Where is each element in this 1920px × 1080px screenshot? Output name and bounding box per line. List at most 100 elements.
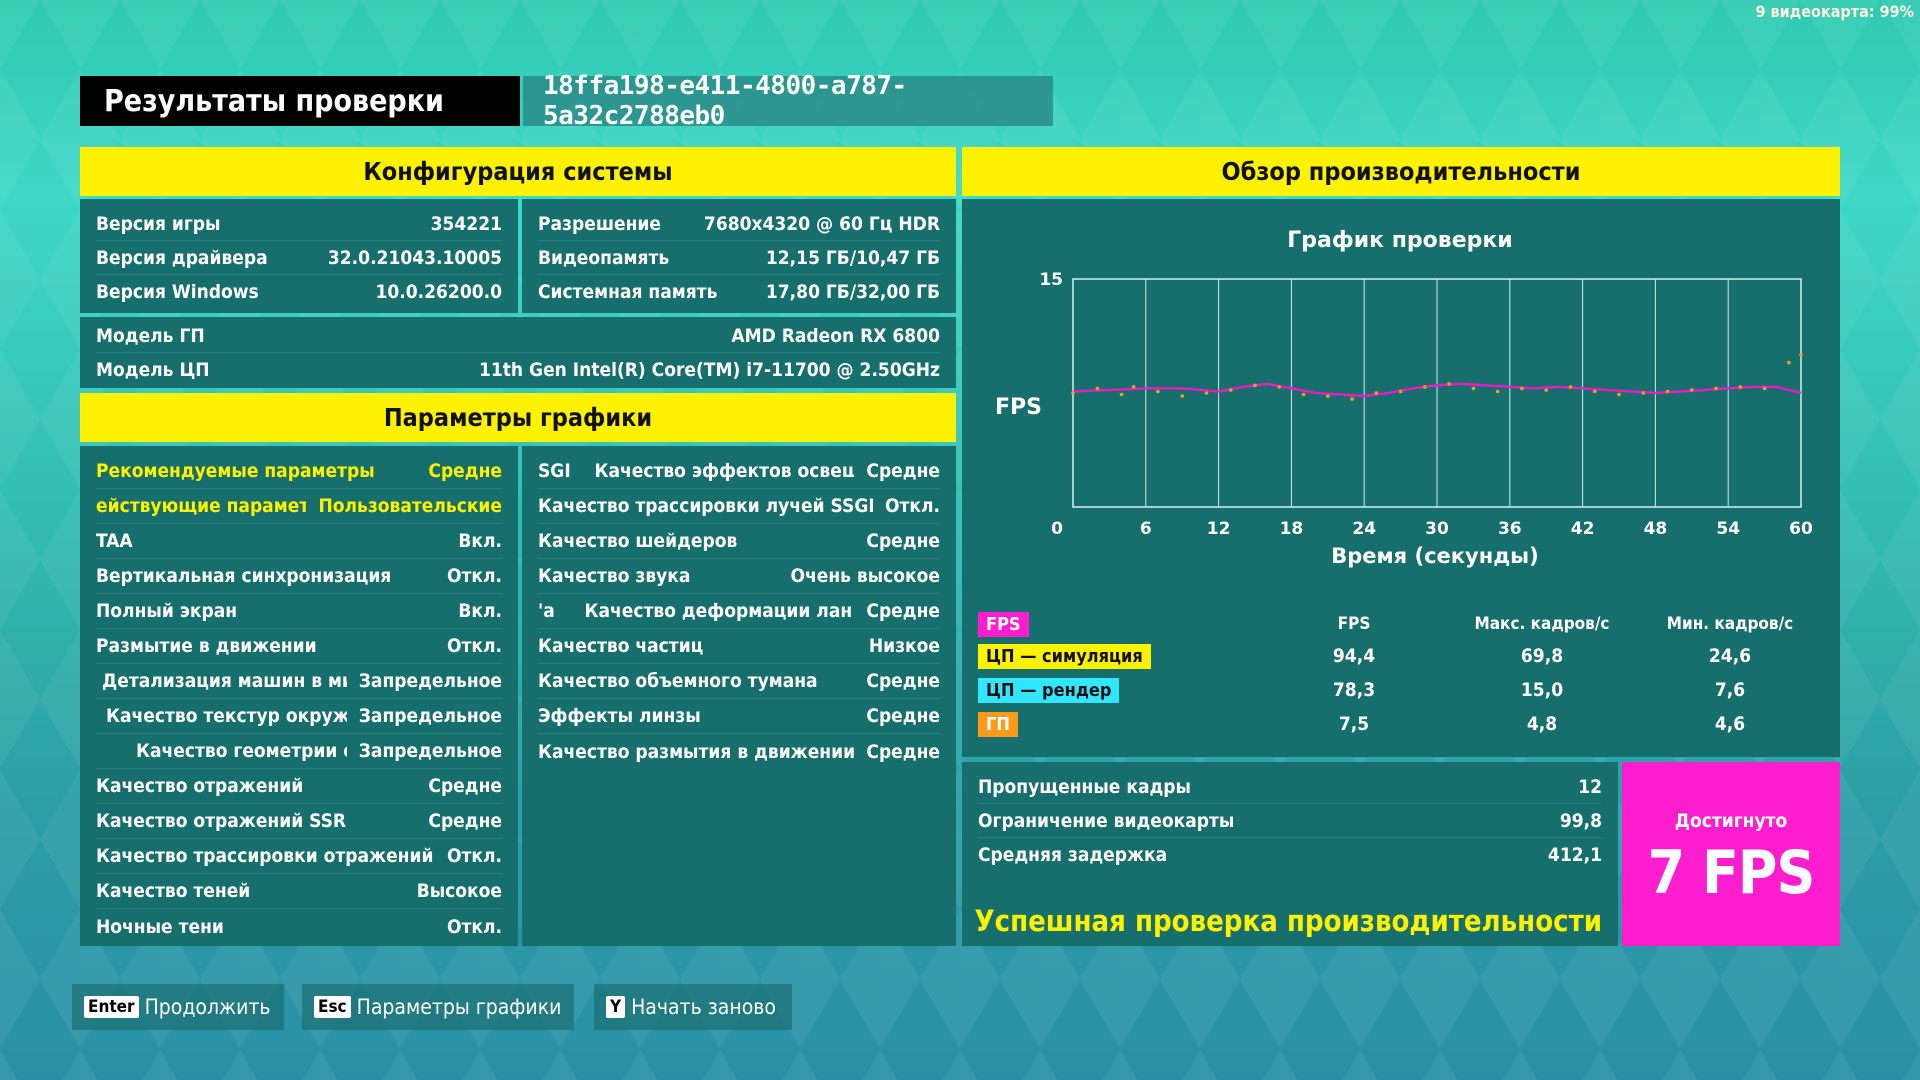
- setting-name: Качество объемного тумана: [538, 670, 818, 692]
- setting-name: Рекомендуемые параметры: [96, 460, 375, 482]
- legend-fps: 78,3: [1332, 679, 1376, 701]
- setting-value: Откл.: [884, 495, 940, 517]
- legend-fps: 7,5: [1338, 713, 1370, 735]
- setting-row: Качество теней Высокое: [96, 874, 502, 909]
- chart-point-gpu: [1471, 386, 1476, 391]
- chart-point-gpu: [1228, 388, 1233, 392]
- config-value: 354221: [430, 212, 502, 235]
- legend-min: 7,6: [1714, 679, 1746, 701]
- chart-point-gpu: [1568, 385, 1573, 389]
- setting-value: Низкое: [868, 635, 940, 657]
- setting-row: Качество текстур окружен Запредельное: [96, 699, 502, 734]
- achieved-value: 7 FPS: [1647, 838, 1816, 908]
- setting-row: Качество трассировки отражений Откл.: [96, 839, 502, 874]
- config-row: Версия игры 354221: [96, 207, 502, 241]
- setting-value: Откл.: [446, 915, 502, 938]
- setting-row: Качество частиц Низкое: [538, 629, 940, 664]
- legend-chip-gpu: ГП: [978, 711, 1018, 737]
- summary-stats: Пропущенные кадры 12 Ограничение видеокар…: [962, 762, 1618, 946]
- session-id: 18ffa198-e411-4800-a787-5a32c2788eb0: [523, 71, 1053, 131]
- setting-name: Качество отражений SSR: [96, 810, 347, 832]
- chart-point-gpu: [1495, 389, 1500, 394]
- chart-point-gpu: [1762, 386, 1767, 391]
- setting-value: Средне: [866, 670, 940, 692]
- chart-point-gpu: [1119, 392, 1124, 397]
- setting-value: Откл.: [446, 565, 502, 587]
- performance-panel: График проверки FPS Время (секунды) 0 6 12…: [962, 199, 1840, 757]
- config-key: Системная память: [538, 281, 718, 303]
- chart-point-gpu: [1423, 385, 1427, 389]
- setting-value: Средне: [866, 530, 940, 552]
- setting-row-current: ействующие параметр Пользовательские: [96, 489, 502, 524]
- setting-row: 'а Качество деформации лан Средне: [538, 594, 940, 629]
- chart-point-gpu: [1204, 391, 1209, 395]
- setting-name: ействующие параметр: [96, 495, 307, 517]
- legend-min: 24,6: [1708, 645, 1752, 667]
- chart-point-gpu: [1799, 353, 1803, 357]
- chart-point-gpu: [1690, 388, 1694, 392]
- setting-name: Качество отражений: [96, 775, 304, 797]
- setting-row: Качество отражений SSR Средне: [96, 804, 502, 839]
- setting-row: Полный экран Вкл.: [96, 594, 502, 629]
- legend-col-fps: FPS: [1337, 614, 1371, 634]
- chart-x-tick: 30: [1425, 519, 1449, 539]
- continue-button[interactable]: Enter Продолжить: [72, 984, 284, 1030]
- setting-name: Качество звука: [538, 565, 691, 587]
- legend-chip-cpu-sim: ЦП — симуляция: [978, 643, 1151, 669]
- setting-value: Средне: [428, 810, 502, 832]
- chart-x-tick: 42: [1571, 519, 1595, 539]
- cpu-model-value: 11th Gen Intel(R) Core(TM) i7-11700 @ 2.…: [478, 359, 940, 381]
- chart-x-tick: 6: [1140, 519, 1152, 539]
- setting-name: Качество геометрии о: [136, 740, 347, 762]
- setting-value: Вкл.: [458, 600, 502, 622]
- setting-value: Вкл.: [458, 530, 502, 552]
- chart-ylabel: FPS: [995, 395, 1042, 420]
- config-row: Версия драйвера 32.0.21043.10005: [96, 241, 502, 275]
- setting-row: Качество объемного тумана Средне: [538, 664, 940, 699]
- stat-row-gpu-bound: Ограничение видеокарты 99,8: [978, 804, 1602, 838]
- setting-value: Средне: [428, 775, 502, 797]
- legend-min: 4,6: [1714, 713, 1746, 735]
- setting-value: Средне: [866, 460, 940, 482]
- setting-row-recommended: Рекомендуемые параметры Средне: [96, 454, 502, 489]
- chart-point-gpu: [1714, 386, 1718, 391]
- graphics-settings-left: Рекомендуемые параметры Средне ействующие…: [80, 446, 518, 946]
- setting-row: Качество шейдеров Средне: [538, 524, 940, 559]
- page-title: Результаты проверки: [80, 76, 520, 126]
- chart-x-tick: 60: [1789, 519, 1813, 539]
- setting-value: Очень высокое: [790, 565, 940, 587]
- gpu-model-value: AMD Radeon RX 6800: [731, 324, 940, 347]
- setting-name: Размытие в движении: [96, 635, 317, 657]
- setting-value: Высокое: [416, 880, 502, 902]
- legend-col-max: Макс. кадров/с: [1474, 614, 1610, 634]
- setting-value: Средне: [866, 740, 940, 763]
- chart-point-gpu: [1326, 394, 1330, 398]
- cpu-model-label: Модель ЦП: [96, 359, 210, 381]
- chart-point-gpu: [1071, 391, 1075, 395]
- config-value: 7680x4320 @ 60 Гц HDR: [703, 212, 940, 235]
- restart-button[interactable]: Y Начать заново: [594, 984, 792, 1030]
- legend-chip-fps: FPS: [978, 611, 1029, 637]
- performance-heading: Обзор производительности: [962, 147, 1840, 196]
- stat-row-dropped-frames: Пропущенные кадры 12: [978, 770, 1602, 804]
- chart-point-gpu: [1131, 385, 1136, 389]
- setting-name: Качество размытия в движении: [538, 740, 855, 763]
- setting-value: Запредельное: [358, 670, 502, 692]
- chart-x-tick: 24: [1352, 519, 1376, 539]
- config-key: Разрешение: [538, 212, 661, 235]
- legend-max: 69,8: [1520, 645, 1564, 667]
- graphics-settings-button[interactable]: Esc Параметры графики: [302, 984, 574, 1030]
- stat-value: 412,1: [1547, 844, 1602, 866]
- chart-point-gpu: [1350, 397, 1354, 401]
- setting-name: SGI Качество эффектов освещ: [538, 460, 855, 482]
- setting-row: Вертикальная синхронизация Откл.: [96, 559, 502, 594]
- legend-fps: 94,4: [1332, 645, 1376, 667]
- chart-x-tick: 18: [1280, 519, 1304, 539]
- setting-name: Эффекты линзы: [538, 705, 701, 727]
- setting-name: Ночные тени: [96, 915, 224, 938]
- chart-point-gpu: [1544, 388, 1548, 392]
- config-value: 17,80 ГБ/32,00 ГБ: [765, 281, 940, 303]
- benchmark-chart: График проверки FPS Время (секунды) 0 6 12…: [995, 228, 1813, 568]
- chart-point-gpu: [1787, 360, 1791, 365]
- setting-value: Откл.: [446, 635, 502, 657]
